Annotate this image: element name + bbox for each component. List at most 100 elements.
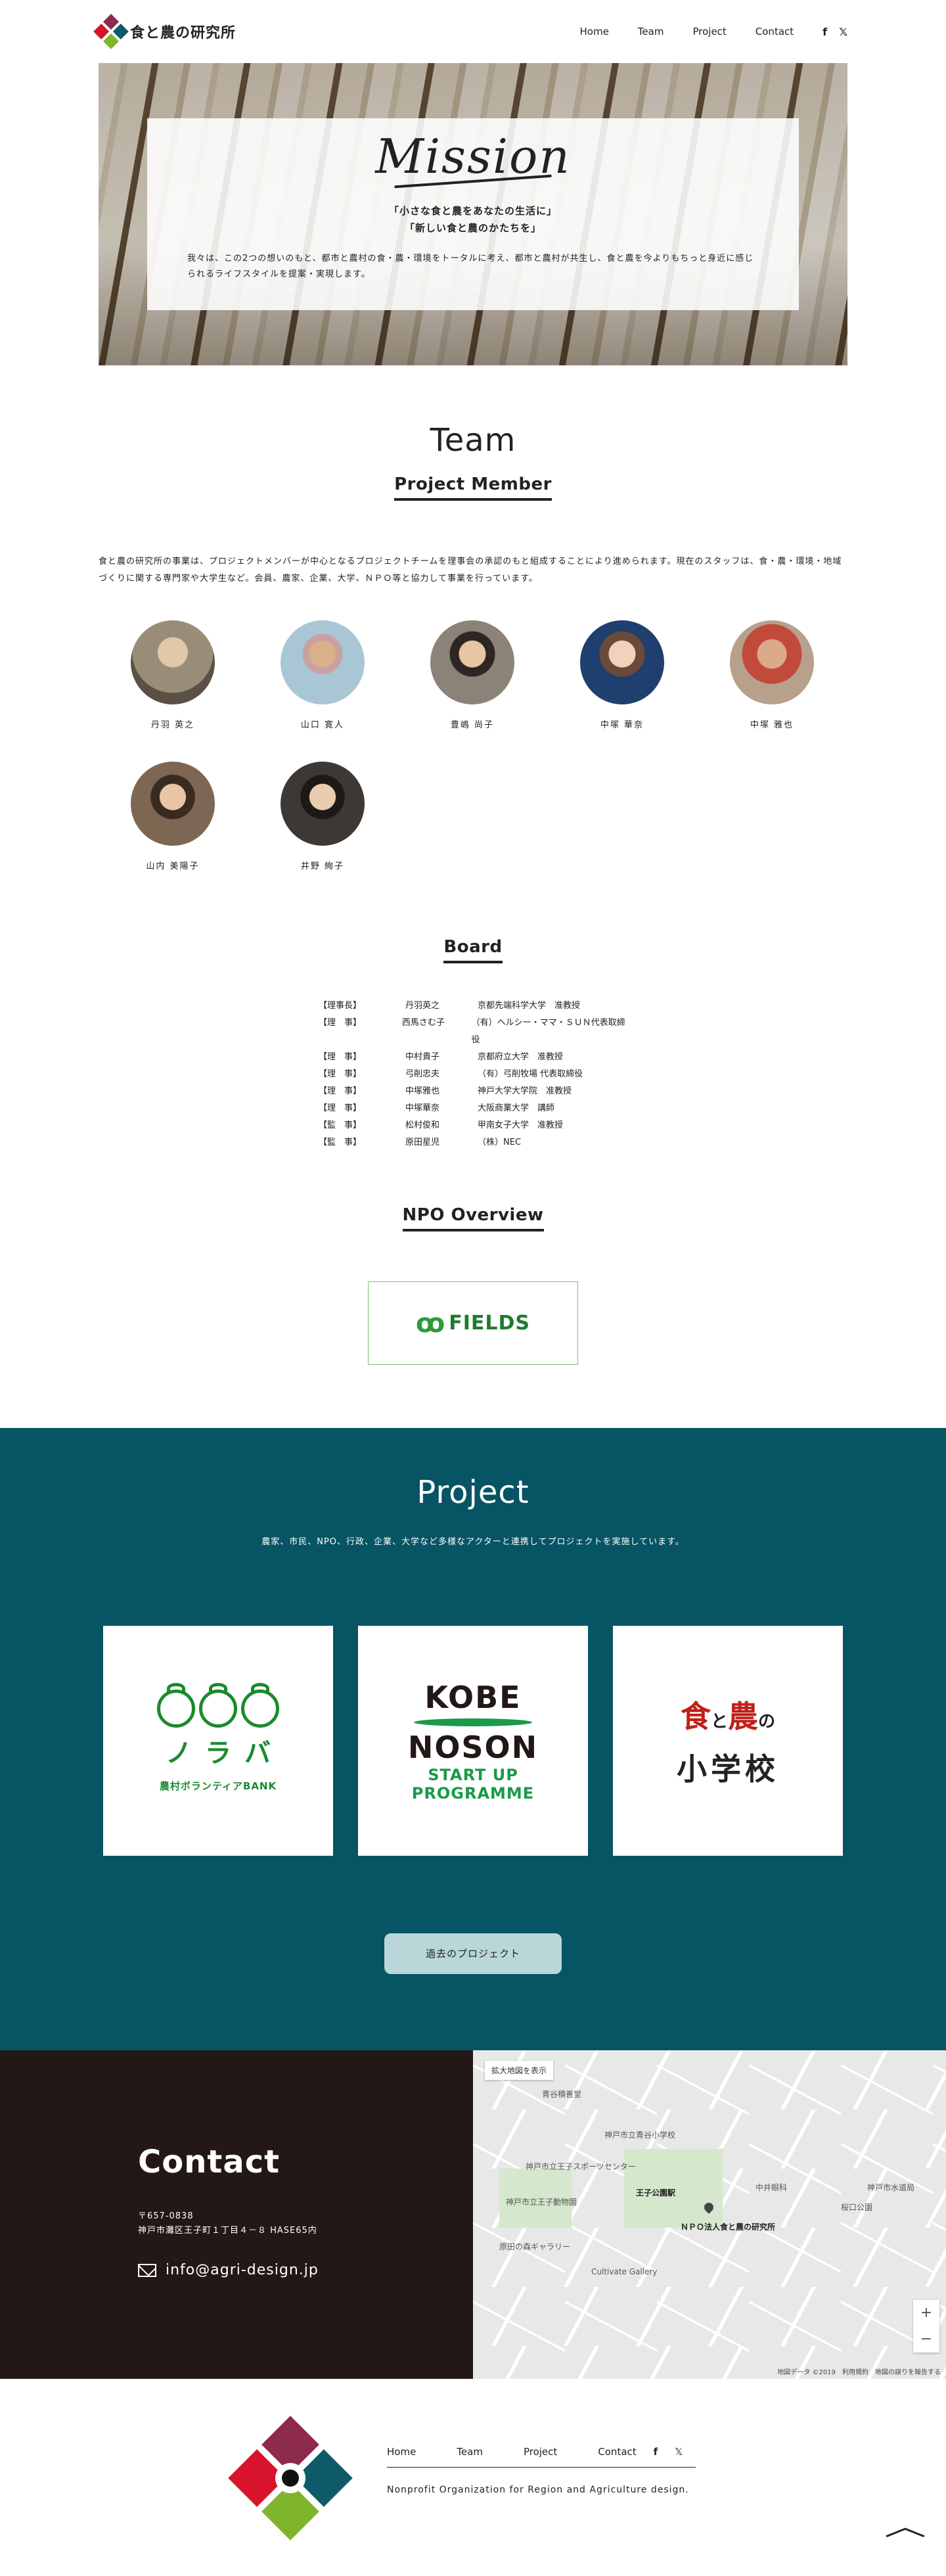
- mission-title: Mission: [375, 129, 571, 184]
- footer-twitter-icon[interactable]: 𝕏: [675, 2446, 683, 2458]
- board-role: 【理 事】: [319, 1086, 362, 1096]
- footer-facebook-icon[interactable]: f: [654, 2446, 658, 2458]
- board-org: （株）NEC: [478, 1138, 522, 1147]
- nav-home[interactable]: Home: [580, 26, 609, 37]
- noraba-kana: ノ ラ バ: [166, 1732, 271, 1770]
- contact-address: 〒657-0838 神戸市灘区王子町１丁目４－８ HASE65内: [138, 2209, 473, 2238]
- noraba-kana-ba: バ: [244, 1737, 271, 1768]
- board-role: 【理 事】: [319, 1069, 362, 1079]
- member-name: 中塚 雅也: [750, 720, 794, 730]
- map-label: Cultivate Gallery: [591, 2267, 658, 2276]
- contact-info: Contact 〒657-0838 神戸市灘区王子町１丁目４－８ HASE65内…: [0, 2050, 473, 2379]
- fields-mark-icon: ꝏ: [415, 1308, 445, 1339]
- project-title: Project: [417, 1474, 529, 1511]
- map-label: 神戸市立青谷小学校: [604, 2130, 676, 2140]
- project-member-heading: Project Member: [394, 474, 552, 501]
- member-card: 井野 絢子: [281, 762, 365, 871]
- member-name: 山口 寛人: [300, 720, 345, 730]
- noraba-heads-icon: [157, 1682, 279, 1728]
- site-logo[interactable]: 食と農の研究所: [93, 14, 236, 49]
- mail-icon: [138, 2263, 156, 2277]
- board-role: 【理 事】: [319, 1103, 362, 1113]
- nav-project[interactable]: Project: [692, 26, 726, 37]
- npo-fields-logo[interactable]: ꝏ FIELDS: [368, 1281, 578, 1365]
- footer-logo-icon[interactable]: [228, 2416, 353, 2541]
- site-header: 食と農の研究所 Home Team Project Contact f 𝕏: [0, 0, 946, 63]
- nav-contact[interactable]: Contact: [755, 26, 794, 37]
- avatar: [281, 762, 365, 846]
- footer-nav: Home Team Project Contact f 𝕏: [387, 2446, 696, 2468]
- board-row: 【監 事】 原田星児 （株）NEC: [319, 1134, 627, 1151]
- map-label: 王子公園駅: [636, 2188, 676, 2197]
- past-projects-button[interactable]: 過去のプロジェクト: [384, 1933, 562, 1974]
- avatar: [131, 762, 215, 846]
- map-label: 原田の森ギャラリー: [499, 2242, 571, 2251]
- kobe-title-2: NOSON: [407, 1730, 539, 1765]
- member-name: 豊嶋 尚子: [450, 720, 495, 730]
- avatar: [730, 620, 814, 704]
- kobe-wave-icon: [414, 1718, 532, 1726]
- board-name: 西馬さむ子: [401, 1018, 445, 1028]
- main-nav: Home Team Project Contact f 𝕏: [580, 26, 848, 38]
- board-org: 甲南女子大学 准教授: [478, 1120, 564, 1130]
- contact-title: Contact: [138, 2144, 281, 2180]
- board-name: 松村俊和: [405, 1120, 440, 1130]
- board-name: 中村貴子: [405, 1052, 440, 1062]
- map-zoom-controls: + −: [913, 2300, 939, 2353]
- project-card-noraba[interactable]: ノ ラ バ 農村ボランティアBANK: [103, 1626, 333, 1856]
- back-to-top-icon[interactable]: ︿: [884, 2505, 926, 2543]
- map-attribution: 地図データ ©2019 利用規約 地図の誤りを報告する: [777, 2369, 941, 2376]
- mission-tagline: 「小さな食と農をあなたの生活に」 「新しい食と農のかたちを」: [147, 202, 799, 237]
- nav-team[interactable]: Team: [638, 26, 664, 37]
- noraba-kana-ra: ラ: [205, 1737, 231, 1768]
- board-org: 京都先端科学大学 准教授: [478, 1001, 581, 1011]
- gakko-char-to: と: [710, 1712, 728, 1732]
- board-row: 【理事長】 丹羽英之 京都先端科学大学 准教授: [319, 998, 627, 1015]
- footer-right: Home Team Project Contact f 𝕏 Nonprofit …: [387, 2431, 696, 2522]
- map-label: 神戸市立王子動物園: [506, 2197, 577, 2207]
- avatar: [131, 620, 215, 704]
- footer-tagline: Nonprofit Organization for Region and Ag…: [387, 2485, 689, 2495]
- board-row: 【理 事】 中村貴子 京都府立大学 准教授: [319, 1049, 627, 1066]
- email-address[interactable]: info@agri-design.jp: [166, 2262, 319, 2278]
- map-expand-button[interactable]: 拡大地図を表示: [485, 2061, 554, 2080]
- avatar: [580, 620, 664, 704]
- footer-nav-project[interactable]: Project: [524, 2446, 557, 2458]
- map-label: ＮＰＯ法人食と農の研究所: [681, 2222, 776, 2232]
- gakko-char-no: 農: [728, 1699, 758, 1734]
- zip-code: 〒657-0838: [138, 2211, 194, 2221]
- board-row: 【理 事】 中塚雅也 神戸大学大学院 准教授: [319, 1083, 627, 1100]
- gakko-char-of: の: [758, 1712, 776, 1732]
- twitter-icon[interactable]: 𝕏: [839, 26, 847, 38]
- footer-nav-home[interactable]: Home: [387, 2446, 416, 2458]
- mission-description: 我々は、この2つの想いのもと、都市と農村の食・農・環境をトータルに考え、都市と農…: [187, 254, 754, 279]
- member-card: 山内 美陽子: [131, 762, 215, 871]
- board-row: 【理 事】 弓削忠夫 （有）弓削牧場 代表取締役: [319, 1066, 627, 1083]
- member-name: 丹羽 英之: [150, 720, 195, 730]
- project-cards: ノ ラ バ 農村ボランティアBANK KOBE NOSON START UP P…: [103, 1626, 843, 1856]
- footer-nav-team[interactable]: Team: [457, 2446, 483, 2458]
- member-card: 中塚 雅也: [730, 620, 814, 730]
- zoom-in-icon[interactable]: +: [913, 2300, 939, 2326]
- member-name: 井野 絢子: [300, 862, 345, 871]
- gakko-title-bottom: 小学校: [677, 1751, 779, 1787]
- site-footer: Home Team Project Contact f 𝕏 Nonprofit …: [0, 2379, 946, 2576]
- board-name: 中塚雅也: [405, 1086, 440, 1096]
- board-org: （有）ヘルシー・ママ・ＳＵＮ代表取締役: [471, 1018, 625, 1045]
- project-card-shokuno-gakko[interactable]: 食と農の 小学校: [613, 1626, 843, 1856]
- map-label: 青谷積善堂: [542, 2090, 582, 2099]
- footer-nav-contact[interactable]: Contact: [598, 2446, 636, 2458]
- team-section: Team Project Member 食と農の研究所の事業は、プロジェクトメン…: [0, 365, 946, 1365]
- logo-text: 食と農の研究所: [130, 25, 236, 41]
- project-section: Project 農家、市民、NPO、行政、企業、大学など多様なアクターと連携して…: [0, 1428, 946, 2050]
- google-map[interactable]: 拡大地図を表示 青谷積善堂 神戸市立王子スポーツセンター 神戸市立王子動物園 王…: [473, 2050, 946, 2379]
- gakko-title-top: 食と農の: [681, 1693, 775, 1736]
- board-name: 中塚華奈: [405, 1103, 440, 1113]
- board-row: 【理 事】 西馬さむ子 （有）ヘルシー・ママ・ＳＵＮ代表取締役: [319, 1015, 627, 1049]
- gakko-char-shoku: 食: [680, 1699, 711, 1734]
- facebook-icon[interactable]: f: [822, 26, 827, 38]
- contact-email[interactable]: info@agri-design.jp: [138, 2262, 473, 2278]
- zoom-out-icon[interactable]: −: [913, 2326, 939, 2353]
- project-card-kobe-noson[interactable]: KOBE NOSON START UP PROGRAMME: [358, 1626, 588, 1856]
- project-description: 農家、市民、NPO、行政、企業、大学など多様なアクターと連携してプロジェクトを実…: [261, 1537, 685, 1547]
